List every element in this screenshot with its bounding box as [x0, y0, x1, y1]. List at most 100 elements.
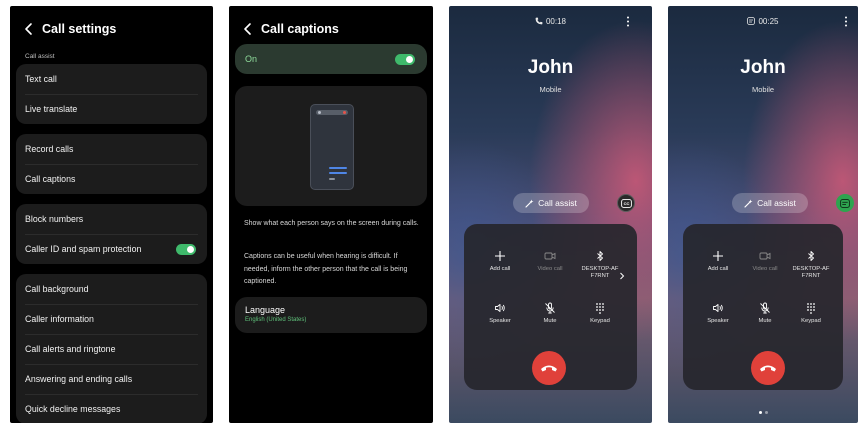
plus-icon: [713, 251, 723, 261]
settings-item-label: Quick decline messages: [25, 404, 121, 414]
video-icon: [544, 252, 556, 260]
end-call-button[interactable]: [751, 351, 785, 385]
video-call-button[interactable]: Video call: [526, 250, 574, 273]
call-controls-panel: Add call Video call DESKTOP-AF F7RNT Spe…: [464, 224, 637, 390]
call-assist-icon: [744, 199, 753, 208]
end-call-icon: [760, 365, 776, 372]
settings-group-3: Block numbers Caller ID and spam protect…: [16, 204, 207, 264]
settings-item-answering-ending[interactable]: Answering and ending calls: [16, 364, 207, 394]
call-settings-screen: Call settings Call assist Text call Live…: [10, 6, 213, 423]
bluetooth-icon: [597, 251, 603, 261]
call-timer: 00:25: [758, 17, 779, 26]
add-call-button[interactable]: Add call: [476, 250, 524, 273]
call-captions-header: Call captions: [241, 20, 423, 38]
call-controls-panel: Add call Video call DESKTOP-AF F7RNT Spe…: [683, 224, 843, 390]
bluetooth-button[interactable]: DESKTOP-AF F7RNT: [576, 250, 624, 280]
settings-item-quick-decline[interactable]: Quick decline messages: [16, 394, 207, 423]
more-options-icon[interactable]: [844, 16, 848, 27]
keypad-icon: [807, 303, 815, 314]
caller-id-toggle[interactable]: [176, 243, 196, 255]
settings-item-call-captions[interactable]: Call captions: [16, 164, 207, 194]
back-icon[interactable]: [22, 22, 36, 36]
settings-item-label: Block numbers: [25, 214, 84, 224]
mute-button[interactable]: Mute: [741, 302, 789, 325]
speaker-icon: [495, 304, 505, 312]
captions-master-switch[interactable]: On: [235, 44, 427, 74]
bluetooth-label: DESKTOP-AF F7RNT: [792, 266, 830, 279]
caller-name: John: [527, 57, 574, 78]
captions-description: Show what each person says on the screen…: [244, 220, 419, 227]
keypad-label: Keypad: [801, 318, 821, 324]
captions-on-button[interactable]: [836, 194, 854, 212]
video-call-label: Video call: [752, 266, 778, 272]
call-assist-button[interactable]: Call assist: [732, 193, 808, 213]
settings-item-label: Text call: [25, 74, 57, 84]
settings-group-2: Record calls Call captions: [16, 134, 207, 194]
captions-off-button[interactable]: CC: [617, 194, 635, 212]
svg-text:CC: CC: [623, 201, 629, 206]
page-dot: [764, 411, 768, 414]
caller-number-type: Mobile: [751, 85, 775, 94]
settings-item-caller-id[interactable]: Caller ID and spam protection: [16, 234, 207, 264]
page-title: Call settings: [42, 22, 117, 36]
captions-toggle[interactable]: [395, 53, 415, 65]
speaker-label: Speaker: [489, 318, 511, 324]
bluetooth-icon: [808, 251, 814, 261]
captions-preview-illustration: [235, 86, 427, 206]
settings-item-label: Caller ID and spam protection: [25, 244, 142, 254]
page-dot-active: [758, 411, 762, 414]
captions-note: Captions can be useful when hearing is d…: [244, 253, 408, 285]
speaker-button[interactable]: Speaker: [694, 302, 742, 325]
plus-icon: [495, 251, 505, 261]
mute-label: Mute: [543, 318, 557, 324]
page-title: Call captions: [261, 22, 339, 36]
bluetooth-button[interactable]: DESKTOP-AF F7RNT: [787, 250, 835, 280]
mute-label: Mute: [758, 318, 772, 324]
end-call-icon: [541, 365, 557, 372]
keypad-button[interactable]: Keypad: [576, 302, 624, 325]
call-captions-screen: Call captions On Show what each person s…: [229, 6, 433, 423]
end-call-button[interactable]: [532, 351, 566, 385]
settings-item-call-background[interactable]: Call background: [16, 274, 207, 304]
video-call-button[interactable]: Video call: [741, 250, 789, 273]
add-call-label: Add call: [707, 266, 729, 272]
section-label-call-assist: Call assist: [25, 53, 55, 60]
call-status-bar: 00:25: [668, 17, 858, 26]
phone-illustration: [310, 104, 354, 190]
captions-icon: [747, 17, 756, 25]
settings-item-live-translate[interactable]: Live translate: [16, 94, 207, 124]
add-call-label: Add call: [489, 266, 511, 272]
settings-item-label: Caller information: [25, 314, 94, 324]
call-assist-label: Call assist: [538, 198, 577, 208]
more-options-icon[interactable]: [626, 16, 630, 27]
call-assist-icon: [525, 199, 534, 208]
keypad-button[interactable]: Keypad: [787, 302, 835, 325]
call-status-bar: 00:18: [449, 17, 652, 26]
settings-item-label: Answering and ending calls: [25, 374, 133, 384]
mute-icon: [760, 302, 770, 314]
caller-name: John: [740, 57, 786, 78]
bluetooth-label: DESKTOP-AF F7RNT: [581, 266, 619, 279]
call-assist-label: Call assist: [757, 198, 796, 208]
settings-item-block-numbers[interactable]: Block numbers: [16, 204, 207, 234]
add-call-button[interactable]: Add call: [694, 250, 742, 273]
settings-item-text-call[interactable]: Text call: [16, 64, 207, 94]
settings-group-1: Text call Live translate: [16, 64, 207, 124]
chevron-right-icon[interactable]: [619, 272, 625, 280]
mute-icon: [545, 302, 555, 314]
language-setting[interactable]: Language English (United States): [235, 297, 427, 333]
mute-button[interactable]: Mute: [526, 302, 574, 325]
speaker-button[interactable]: Speaker: [476, 302, 524, 325]
caller-number-type: Mobile: [539, 85, 562, 94]
switch-label: On: [245, 54, 258, 64]
settings-item-record-calls[interactable]: Record calls: [16, 134, 207, 164]
settings-group-4: Call background Caller information Call …: [16, 274, 207, 423]
captions-on-icon: [840, 198, 850, 208]
speaker-label: Speaker: [707, 318, 729, 324]
settings-item-call-alerts[interactable]: Call alerts and ringtone: [16, 334, 207, 364]
speaker-icon: [713, 304, 723, 312]
settings-item-label: Call captions: [25, 174, 76, 184]
call-assist-button[interactable]: Call assist: [513, 193, 589, 213]
settings-item-caller-information[interactable]: Caller information: [16, 304, 207, 334]
back-icon[interactable]: [241, 22, 255, 36]
